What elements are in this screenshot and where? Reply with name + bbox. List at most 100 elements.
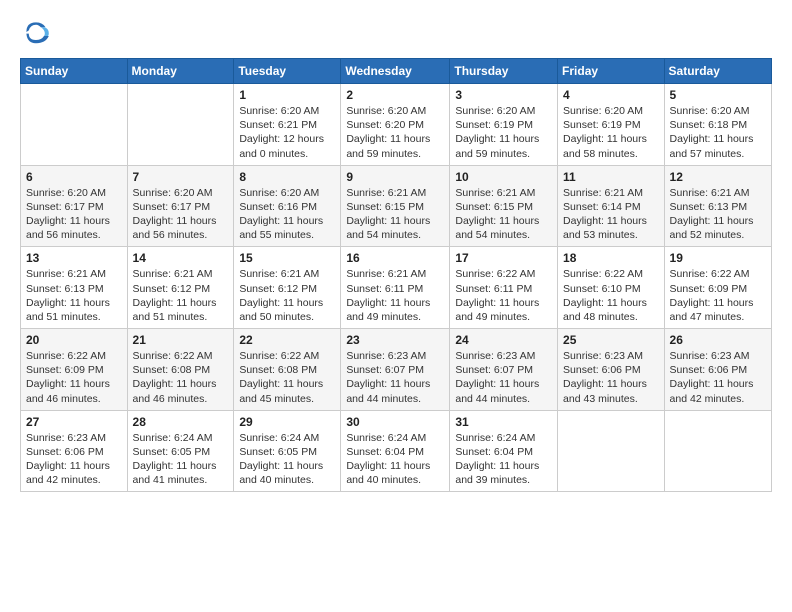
calendar-cell: 13 Sunrise: 6:21 AMSunset: 6:13 PMDayligh… [21,247,128,329]
day-info: Sunrise: 6:22 AMSunset: 6:08 PMDaylight:… [133,349,229,406]
day-number: 9 [346,170,444,184]
column-header-sunday: Sunday [21,59,128,84]
day-number: 19 [670,251,766,265]
day-info: Sunrise: 6:24 AMSunset: 6:05 PMDaylight:… [239,431,335,488]
calendar-cell: 3 Sunrise: 6:20 AMSunset: 6:19 PMDaylight… [450,84,558,166]
day-number: 4 [563,88,659,102]
day-info: Sunrise: 6:21 AMSunset: 6:11 PMDaylight:… [346,267,444,324]
calendar-cell: 16 Sunrise: 6:21 AMSunset: 6:11 PMDayligh… [341,247,450,329]
calendar-cell: 20Sunrise: 6:22 AMSunset: 6:09 PMDayligh… [21,329,128,411]
page: SundayMondayTuesdayWednesdayThursdayFrid… [0,0,792,612]
calendar-cell: 25Sunrise: 6:23 AMSunset: 6:06 PMDayligh… [558,329,665,411]
day-number: 22 [239,333,335,347]
calendar-cell: 15Sunrise: 6:21 AMSunset: 6:12 PMDayligh… [234,247,341,329]
day-number: 28 [133,415,229,429]
day-info: Sunrise: 6:20 AMSunset: 6:21 PMDaylight:… [239,104,335,161]
column-header-friday: Friday [558,59,665,84]
day-number: 30 [346,415,444,429]
calendar-cell: 24 Sunrise: 6:23 AMSunset: 6:07 PMDayligh… [450,329,558,411]
day-info: Sunrise: 6:22 AMSunset: 6:08 PMDaylight:… [239,349,335,406]
column-header-wednesday: Wednesday [341,59,450,84]
day-info: Sunrise: 6:21 AMSunset: 6:13 PMDaylight:… [26,267,122,324]
day-info: Sunrise: 6:21 AMSunset: 6:12 PMDaylight:… [133,267,229,324]
day-info: Sunrise: 6:20 AMSunset: 6:18 PMDaylight:… [670,104,766,161]
day-number: 13 [26,251,122,265]
day-number: 21 [133,333,229,347]
calendar-cell: 17 Sunrise: 6:22 AMSunset: 6:11 PMDayligh… [450,247,558,329]
calendar-cell: 21 Sunrise: 6:22 AMSunset: 6:08 PMDayligh… [127,329,234,411]
day-info: Sunrise: 6:23 AMSunset: 6:06 PMDaylight:… [26,431,122,488]
day-info: Sunrise: 6:24 AMSunset: 6:04 PMDaylight:… [346,431,444,488]
day-info: Sunrise: 6:23 AMSunset: 6:06 PMDaylight:… [670,349,766,406]
calendar-cell: 1Sunrise: 6:20 AMSunset: 6:21 PMDaylight… [234,84,341,166]
calendar-cell: 11Sunrise: 6:21 AMSunset: 6:14 PMDayligh… [558,165,665,247]
day-info: Sunrise: 6:23 AMSunset: 6:07 PMDaylight:… [455,349,552,406]
calendar-cell [664,410,771,492]
day-number: 3 [455,88,552,102]
day-info: Sunrise: 6:24 AMSunset: 6:04 PMDaylight:… [455,431,552,488]
calendar-header: SundayMondayTuesdayWednesdayThursdayFrid… [21,59,772,84]
calendar-cell: 4 Sunrise: 6:20 AMSunset: 6:19 PMDaylight… [558,84,665,166]
calendar-cell: 18 Sunrise: 6:22 AMSunset: 6:10 PMDayligh… [558,247,665,329]
day-info: Sunrise: 6:20 AMSunset: 6:20 PMDaylight:… [346,104,444,161]
header-row: SundayMondayTuesdayWednesdayThursdayFrid… [21,59,772,84]
calendar-cell: 19Sunrise: 6:22 AMSunset: 6:09 PMDayligh… [664,247,771,329]
day-info: Sunrise: 6:23 AMSunset: 6:07 PMDaylight:… [346,349,444,406]
logo-icon [20,16,52,48]
calendar-cell: 30 Sunrise: 6:24 AMSunset: 6:04 PMDayligh… [341,410,450,492]
calendar-cell: 8Sunrise: 6:20 AMSunset: 6:16 PMDaylight… [234,165,341,247]
calendar-table: SundayMondayTuesdayWednesdayThursdayFrid… [20,58,772,492]
day-info: Sunrise: 6:20 AMSunset: 6:19 PMDaylight:… [563,104,659,161]
calendar-cell: 10Sunrise: 6:21 AMSunset: 6:15 PMDayligh… [450,165,558,247]
day-number: 6 [26,170,122,184]
calendar-cell: 12Sunrise: 6:21 AMSunset: 6:13 PMDayligh… [664,165,771,247]
calendar-cell: 5 Sunrise: 6:20 AMSunset: 6:18 PMDaylight… [664,84,771,166]
week-row-2: 6 Sunrise: 6:20 AMSunset: 6:17 PMDaylight… [21,165,772,247]
calendar-cell: 23 Sunrise: 6:23 AMSunset: 6:07 PMDayligh… [341,329,450,411]
day-number: 11 [563,170,659,184]
day-number: 18 [563,251,659,265]
day-number: 20 [26,333,122,347]
calendar-cell [558,410,665,492]
day-info: Sunrise: 6:20 AMSunset: 6:19 PMDaylight:… [455,104,552,161]
day-info: Sunrise: 6:20 AMSunset: 6:17 PMDaylight:… [133,186,229,243]
column-header-saturday: Saturday [664,59,771,84]
day-number: 15 [239,251,335,265]
day-number: 2 [346,88,444,102]
day-number: 12 [670,170,766,184]
calendar-cell: 6Sunrise: 6:20 AMSunset: 6:17 PMDaylight… [21,165,128,247]
day-number: 31 [455,415,552,429]
week-row-5: 27 Sunrise: 6:23 AMSunset: 6:06 PMDayligh… [21,410,772,492]
week-row-3: 13 Sunrise: 6:21 AMSunset: 6:13 PMDayligh… [21,247,772,329]
calendar-cell: 22 Sunrise: 6:22 AMSunset: 6:08 PMDayligh… [234,329,341,411]
day-number: 17 [455,251,552,265]
week-row-1: 1Sunrise: 6:20 AMSunset: 6:21 PMDaylight… [21,84,772,166]
calendar-cell: 14 Sunrise: 6:21 AMSunset: 6:12 PMDayligh… [127,247,234,329]
calendar-cell: 27 Sunrise: 6:23 AMSunset: 6:06 PMDayligh… [21,410,128,492]
day-number: 27 [26,415,122,429]
day-number: 5 [670,88,766,102]
day-number: 24 [455,333,552,347]
day-info: Sunrise: 6:22 AMSunset: 6:10 PMDaylight:… [563,267,659,324]
day-number: 26 [670,333,766,347]
day-number: 25 [563,333,659,347]
calendar-cell: 26 Sunrise: 6:23 AMSunset: 6:06 PMDayligh… [664,329,771,411]
calendar-cell: 31 Sunrise: 6:24 AMSunset: 6:04 PMDayligh… [450,410,558,492]
calendar-cell: 9 Sunrise: 6:21 AMSunset: 6:15 PMDaylight… [341,165,450,247]
day-number: 23 [346,333,444,347]
calendar-cell: 28Sunrise: 6:24 AMSunset: 6:05 PMDayligh… [127,410,234,492]
calendar-cell: 2 Sunrise: 6:20 AMSunset: 6:20 PMDaylight… [341,84,450,166]
calendar-body: 1Sunrise: 6:20 AMSunset: 6:21 PMDaylight… [21,84,772,492]
logo [20,16,56,48]
day-number: 14 [133,251,229,265]
calendar-cell: 7 Sunrise: 6:20 AMSunset: 6:17 PMDaylight… [127,165,234,247]
calendar-cell [21,84,128,166]
day-number: 8 [239,170,335,184]
day-number: 7 [133,170,229,184]
header [20,16,772,48]
day-number: 16 [346,251,444,265]
column-header-tuesday: Tuesday [234,59,341,84]
day-info: Sunrise: 6:22 AMSunset: 6:11 PMDaylight:… [455,267,552,324]
day-info: Sunrise: 6:21 AMSunset: 6:15 PMDaylight:… [346,186,444,243]
calendar-cell: 29Sunrise: 6:24 AMSunset: 6:05 PMDayligh… [234,410,341,492]
